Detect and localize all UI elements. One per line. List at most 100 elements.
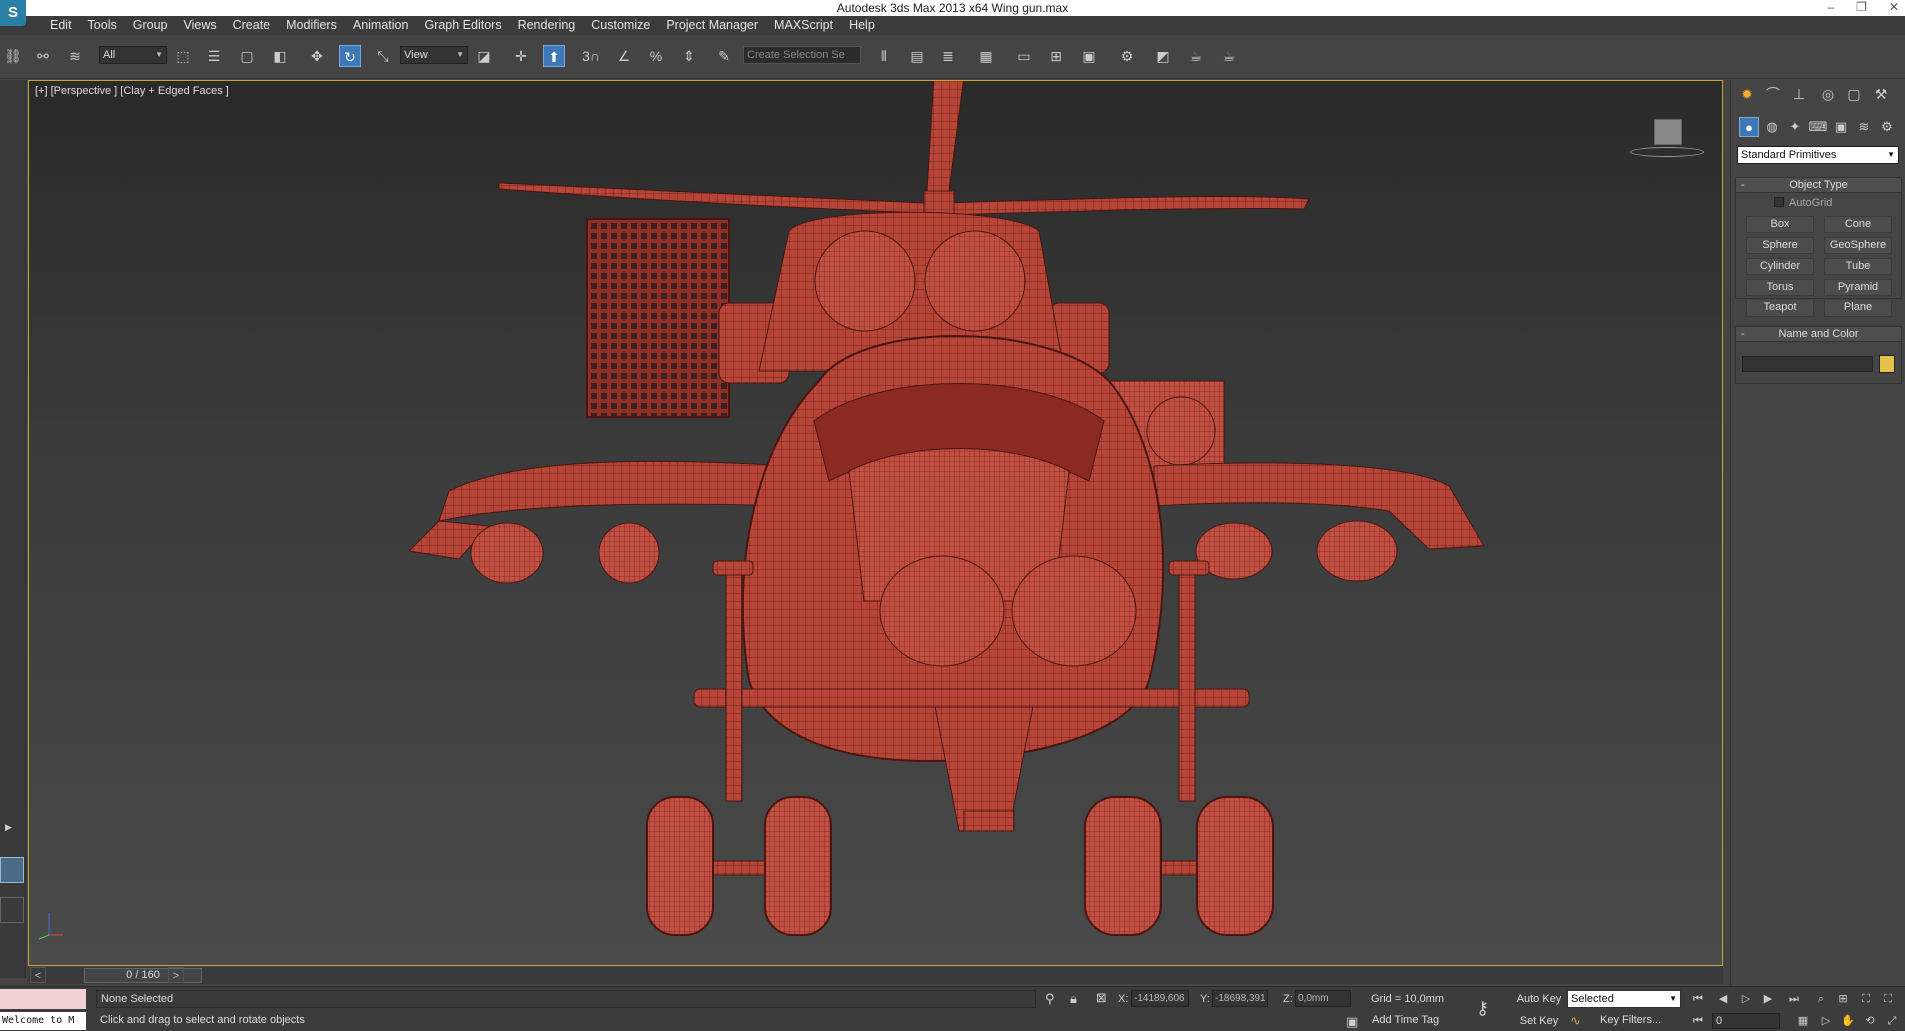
cone-button[interactable]: Cone [1824,216,1892,233]
menu-customize[interactable]: Customize [583,16,658,35]
select-and-link-icon[interactable]: ⛓ [2,45,24,67]
menu-animation[interactable]: Animation [345,16,417,35]
pyramid-button[interactable]: Pyramid [1824,279,1892,296]
zoom-all-icon[interactable]: ⊞ [1835,991,1851,1007]
keyboard-shortcut-override-icon[interactable]: ⬆ [543,45,565,67]
mirror-icon[interactable]: ⫴ [873,45,895,67]
close-button[interactable]: ✕ [1889,0,1899,14]
play-icon[interactable]: ▷ [1738,991,1754,1007]
time-slider-thumb[interactable]: 0 / 160 [84,968,202,983]
object-name-field[interactable] [1742,356,1873,372]
menu-graph-editors[interactable]: Graph Editors [416,16,509,35]
zoom-extents-all-icon[interactable]: ⛶ [1880,991,1896,1007]
bind-space-warp-icon[interactable]: ≋ [64,45,86,67]
box-button[interactable]: Box [1746,216,1814,233]
time-config-icon[interactable]: ▦ [1795,1013,1811,1029]
named-selection-sets-input[interactable]: Create Selection Se [743,46,861,64]
expand-arrow-icon[interactable]: ▶ [5,822,12,833]
cameras-icon[interactable]: ⌨ [1808,117,1828,137]
object-category-dropdown[interactable]: Standard Primitives ▼ [1737,146,1899,164]
select-and-manipulate-icon[interactable]: ✛ [510,45,532,67]
curve-editor-icon[interactable]: ▭ [1013,45,1035,67]
helpers-icon[interactable]: ▣ [1831,117,1851,137]
material-editor-icon[interactable]: ▣ [1078,45,1100,67]
select-object-icon[interactable]: ⬚ [172,45,194,67]
menu-modifiers[interactable]: Modifiers [278,16,345,35]
time-slider[interactable]: < 0 / 160 > [28,967,1723,984]
select-by-name-icon[interactable]: ☰ [203,45,225,67]
x-coordinate-field[interactable]: -14189,606 [1131,990,1189,1007]
maxscript-listener-input[interactable] [0,989,86,1009]
percent-snap-icon[interactable]: % [645,45,667,67]
torus-button[interactable]: Torus [1746,279,1814,296]
render-iterative-icon[interactable]: ☕ [1218,45,1240,67]
graphite-tools-icon[interactable]: ▦ [975,45,997,67]
key-mode-toggle-icon[interactable]: ⏮ [1690,1013,1706,1029]
time-slider-prev-button[interactable]: < [30,967,46,983]
current-frame-field[interactable]: 0 [1712,1013,1780,1029]
motion-tab-icon[interactable]: ◎ [1818,84,1838,104]
select-and-rotate-icon[interactable]: ↻ [339,45,361,67]
menu-help[interactable]: Help [841,16,883,35]
teapot-button[interactable]: Teapot [1746,300,1814,317]
menu-project-manager[interactable]: Project Manager [658,16,766,35]
go-to-start-icon[interactable]: ⏮ [1690,991,1706,1007]
hierarchy-tab-icon[interactable]: ⊥ [1789,84,1809,104]
set-key-button[interactable]: Set Key [1514,1013,1564,1029]
select-and-move-icon[interactable]: ✥ [306,45,328,67]
space-warps-icon[interactable]: ≋ [1854,117,1874,137]
angle-snap-icon[interactable]: ∠ [613,45,635,67]
key-mode-dropdown[interactable]: Selected ▼ [1567,990,1681,1008]
reference-coordinate-dropdown[interactable]: View ▼ [400,46,468,64]
shapes-icon[interactable]: ◍ [1762,117,1782,137]
render-production-icon[interactable]: ☕ [1185,45,1207,67]
pan-view-icon[interactable]: ✋ [1840,1013,1856,1029]
spinner-snap-icon[interactable]: ⇕ [678,45,700,67]
maximize-button[interactable]: ❐ [1856,0,1867,14]
perspective-viewport[interactable]: [+] [Perspective ] [Clay + Edged Faces ] [28,80,1723,966]
absolute-mode-icon[interactable]: ⊠ [1096,990,1107,1006]
create-tab-icon[interactable]: ✹ [1737,84,1757,104]
time-slider-next-button[interactable]: > [168,967,184,983]
viewport-layout-button-2[interactable] [0,897,24,923]
object-color-swatch[interactable] [1879,355,1895,373]
modify-tab-icon[interactable]: ⌒ [1763,84,1783,104]
snaps-toggle-icon[interactable]: 3∩ [580,45,602,67]
zoom-extents-icon[interactable]: ⛶ [1858,991,1874,1007]
viewcube[interactable] [1654,119,1682,145]
viewport-layout-button[interactable] [0,857,24,883]
rendered-frame-window-icon[interactable]: ◩ [1152,45,1174,67]
window-crossing-icon[interactable]: ◧ [269,45,291,67]
key-curve-icon[interactable]: ∿ [1570,1013,1581,1029]
field-of-view-icon[interactable]: ▷ [1818,1013,1834,1029]
schematic-view-icon[interactable]: ⊞ [1045,45,1067,67]
geosphere-button[interactable]: GeoSphere [1824,237,1892,254]
menu-edit[interactable]: Edit [42,16,80,35]
name-and-color-rollout-header[interactable]: - Name and Color [1735,326,1902,342]
object-type-rollout-header[interactable]: - Object Type [1735,177,1902,193]
time-tag-icon[interactable]: ▣ [1346,1014,1358,1030]
tube-button[interactable]: Tube [1824,258,1892,275]
menu-tools[interactable]: Tools [80,16,125,35]
previous-frame-icon[interactable]: ◀ [1715,991,1731,1007]
layer-manager-icon[interactable]: ≣ [937,45,959,67]
rectangular-selection-icon[interactable]: ▢ [236,45,258,67]
menu-create[interactable]: Create [225,16,279,35]
edit-named-selection-icon[interactable]: ✎ [713,45,735,67]
key-filters-button[interactable]: Key Filters... [1600,1014,1661,1026]
isolate-selection-icon[interactable]: ⚲ [1045,991,1055,1007]
menu-maxscript[interactable]: MAXScript [766,16,841,35]
application-button[interactable]: S [0,0,26,26]
orbit-icon[interactable]: ⟲ [1862,1013,1878,1029]
geometry-icon[interactable]: ● [1739,117,1759,137]
pivot-center-icon[interactable]: ◪ [473,45,495,67]
auto-key-button[interactable]: Auto Key [1514,990,1564,1008]
add-time-tag-button[interactable]: Add Time Tag [1372,1014,1439,1026]
y-coordinate-field[interactable]: -18698,391 [1212,990,1268,1007]
systems-icon[interactable]: ⚙ [1877,117,1897,137]
render-setup-icon[interactable]: ⚙ [1116,45,1138,67]
selection-filter-dropdown[interactable]: All ▼ [99,46,167,64]
align-icon[interactable]: ▤ [906,45,928,67]
viewcube-compass[interactable] [1630,147,1704,157]
plane-button[interactable]: Plane [1824,300,1892,317]
